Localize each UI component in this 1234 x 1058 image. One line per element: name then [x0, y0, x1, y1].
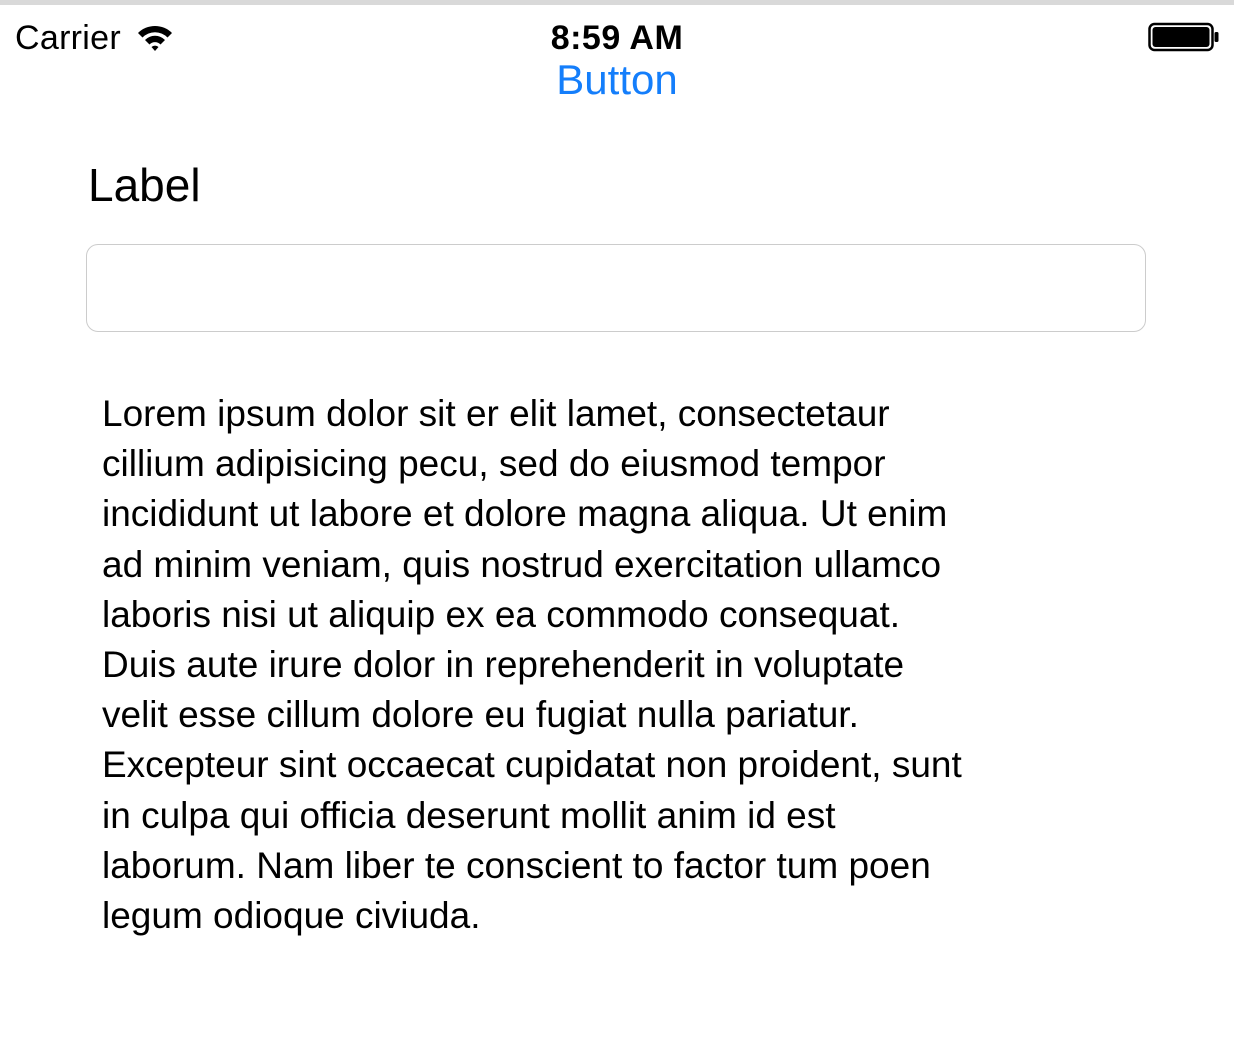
battery-icon [1148, 22, 1219, 52]
status-time: 8:59 AM [550, 19, 684, 57]
body-text: Lorem ipsum dolor sit er elit lamet, con… [102, 393, 962, 937]
status-bar: Carrier 8:59 AM [0, 5, 1234, 63]
text-field[interactable] [86, 244, 1146, 332]
title-label: Label [88, 159, 201, 211]
top-button[interactable]: Button [0, 56, 1234, 104]
